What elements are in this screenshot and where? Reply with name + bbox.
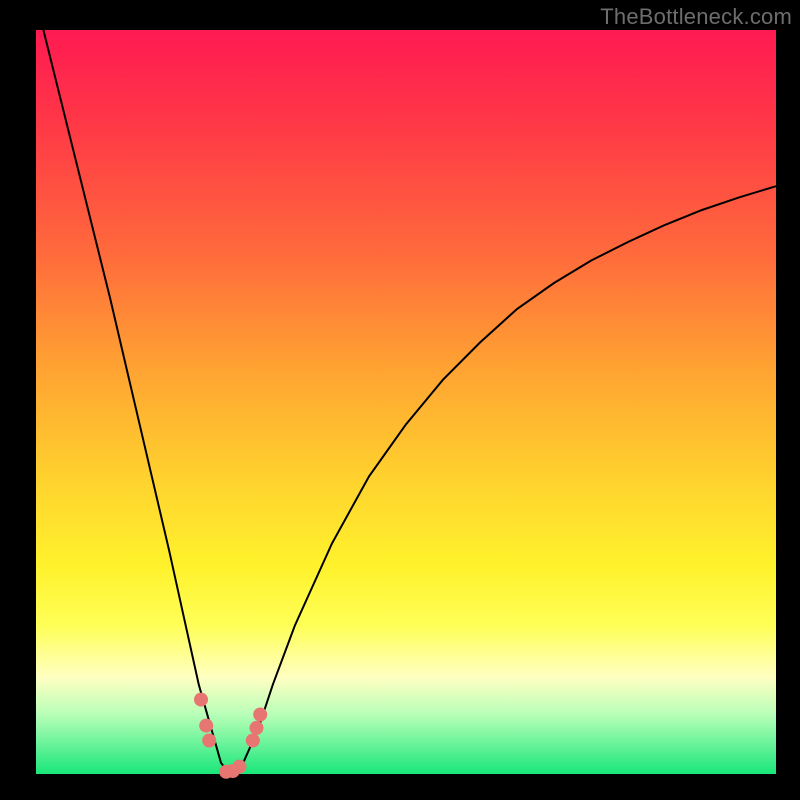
chart-frame: TheBottleneck.com [0, 0, 800, 800]
highlight-dot [246, 734, 260, 748]
highlight-dot [194, 693, 208, 707]
highlight-dot [250, 721, 264, 735]
curve-layer [0, 0, 800, 800]
watermark-text: TheBottleneck.com [600, 4, 792, 30]
highlight-dot [233, 760, 247, 774]
bottleneck-curve [43, 30, 776, 773]
highlight-dot [202, 734, 216, 748]
highlight-dot [253, 708, 267, 722]
highlight-dot [199, 719, 213, 733]
